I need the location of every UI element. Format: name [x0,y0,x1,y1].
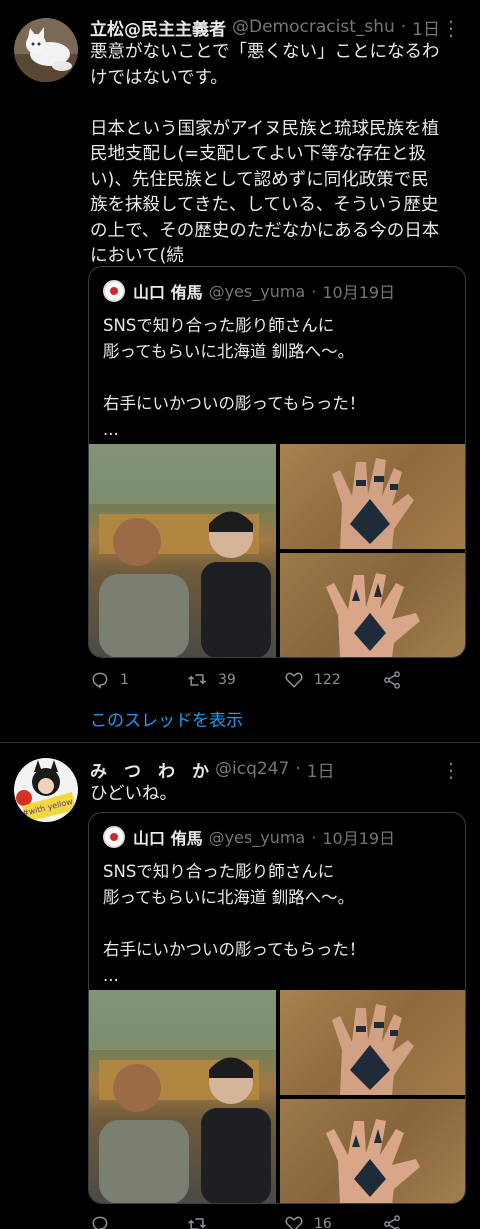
photo-hand-top[interactable] [280,444,465,549]
selfie-photo-icon [89,990,276,1203]
quoted-text: SNSで知り合った彫り師さんに 彫ってもらいに北海道 釧路へ〜。 右手にいかつい… [103,862,366,985]
quoted-author-handle: @yes_yuma [208,827,306,847]
retweet-count: 39 [218,672,236,688]
quoted-author-name: 山口 侑馬 [133,283,203,302]
share-button[interactable] [382,1214,402,1229]
like-button[interactable]: 16 [284,1214,332,1229]
separator-dot: · [311,281,317,301]
hand-tattoo-icon [332,458,414,549]
hand-tattoo-icon [326,573,420,657]
author-handle[interactable]: @icq247 [215,759,289,779]
avatar[interactable]: #with yellow [14,758,78,822]
quoted-tweet[interactable]: 山口 侑馬 @yes_yuma · 10月19日 SNSで知り合った彫り師さんに… [88,812,466,1204]
show-thread-link[interactable]: このスレッドを表示 [90,706,243,731]
separator-dot: · [295,759,301,779]
reply-icon [92,1216,108,1229]
anime-avatar-icon: #with yellow [14,758,78,822]
photo-selfie[interactable] [89,990,276,1203]
quoted-date: 10月19日 [322,283,396,302]
like-button[interactable]: 122 [284,670,341,690]
tweet-header: み つ わ か @icq247 · 1日 [90,756,470,782]
media-grid[interactable] [89,990,465,1203]
quoted-avatar [103,826,125,848]
photo-hand-top[interactable] [280,990,465,1095]
reply-button[interactable] [90,1214,120,1229]
avatar[interactable] [14,18,78,82]
share-button[interactable] [382,670,402,690]
retweet-button[interactable]: 39 [186,670,236,690]
tweet-text: ひどいね。 [90,784,177,804]
tweet-divider [0,742,480,743]
quoted-date: 10月19日 [322,829,396,848]
tweet-text: 悪意がないことで「悪くない」ことになるわ けではないです。 日本という国家がアイ… [90,42,440,266]
reply-button[interactable]: 1 [90,670,129,690]
like-count: 16 [314,1216,332,1229]
tweet-actions: 1 39 122 [90,670,430,694]
quoted-header: 山口 侑馬 @yes_yuma · 10月19日 [103,279,395,303]
author-handle[interactable]: @Democracist_shu [232,17,395,37]
more-options-icon[interactable]: ⋮ [441,16,461,40]
share-icon [384,1215,400,1229]
like-count: 122 [314,672,341,688]
cat-avatar-icon [14,18,78,82]
reply-count: 1 [120,672,129,688]
media-grid[interactable] [89,444,465,657]
heart-icon [285,672,303,688]
quoted-avatar [103,280,125,302]
quoted-text: SNSで知り合った彫り師さんに 彫ってもらいに北海道 釧路へ〜。 右手にいかつい… [103,316,366,439]
separator-dot: · [400,17,407,37]
more-options-icon[interactable]: ⋮ [441,758,461,782]
tweet-actions: 16 [90,1214,430,1229]
author-name[interactable]: み つ わ か [90,757,209,782]
photo-hand-bottom[interactable] [280,553,465,657]
heart-icon [285,1216,303,1229]
tweet-header: 立松@民主主義者 @Democracist_shu · 1日 [90,14,470,40]
retweet-button[interactable] [186,1214,218,1229]
author-name[interactable]: 立松@民主主義者 [90,15,226,40]
quoted-author-name: 山口 侑馬 [133,829,203,848]
quoted-tweet[interactable]: 山口 侑馬 @yes_yuma · 10月19日 SNSで知り合った彫り師さんに… [88,266,466,658]
quoted-author-handle: @yes_yuma [208,281,306,301]
photo-selfie[interactable] [89,444,276,657]
selfie-photo-icon [89,444,276,657]
tweet-time[interactable]: 1日 [412,15,440,40]
tweet-time[interactable]: 1日 [307,757,335,782]
retweet-icon [188,674,206,686]
photo-hand-bottom[interactable] [280,1099,465,1203]
hand-tattoo-icon [326,1119,420,1203]
reply-icon [92,672,108,690]
hand-tattoo-icon [332,1004,414,1095]
share-icon [384,671,400,689]
separator-dot: · [311,827,317,847]
quoted-header: 山口 侑馬 @yes_yuma · 10月19日 [103,825,395,849]
retweet-icon [188,1218,206,1229]
